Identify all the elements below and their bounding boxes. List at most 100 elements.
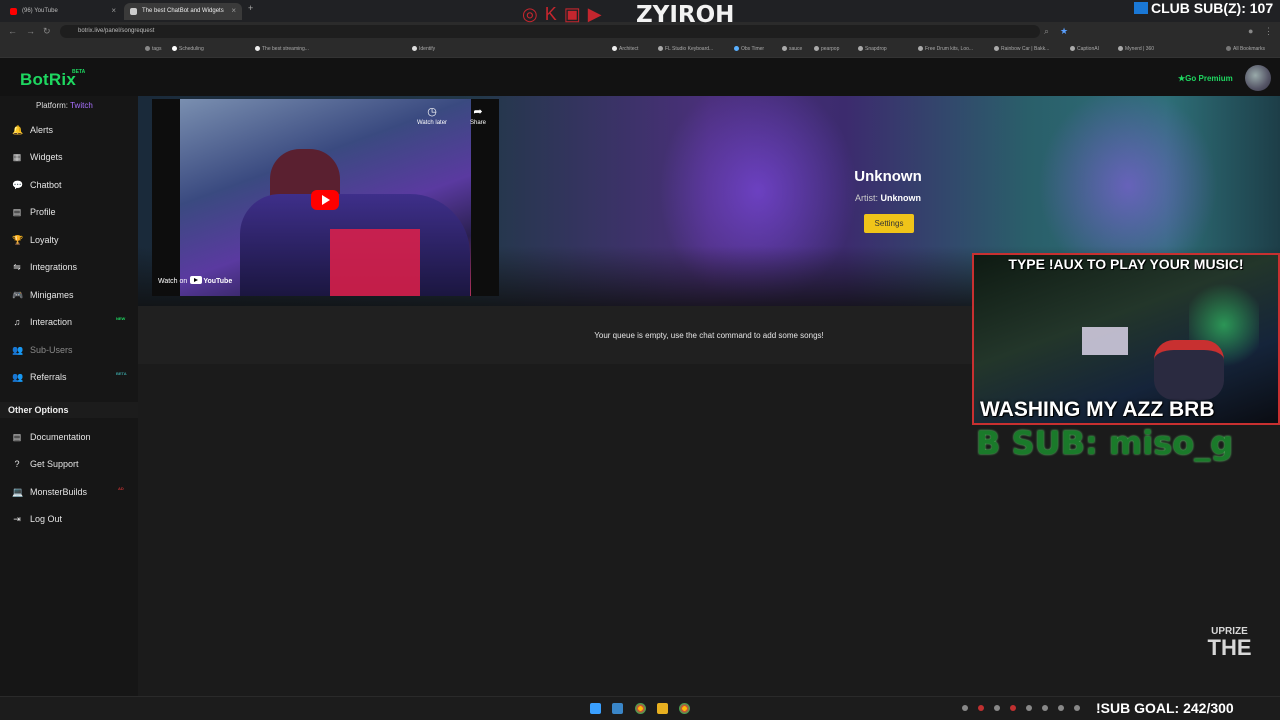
artist-label: Artist: xyxy=(854,193,878,203)
stream-overlay-title: ◎ K ▣ ▶ ZYIROH xyxy=(522,2,762,28)
bookmark-item[interactable]: FL Studio Keyboard... xyxy=(658,46,713,52)
sidebar-item-integrations[interactable]: ⇋ Integrations xyxy=(12,262,77,278)
logout-icon: ⇥ xyxy=(13,514,21,524)
beta-badge: BETA xyxy=(72,69,86,75)
sub-goal-overlay: !SUB GOAL: 242/300 xyxy=(1096,700,1234,716)
tray-icon[interactable] xyxy=(994,705,1000,711)
users-icon: 👥 xyxy=(12,372,24,382)
share-icon: ➦ xyxy=(473,106,483,118)
chrome-icon[interactable] xyxy=(679,703,690,714)
sidebar-item-minigames[interactable]: 🎮 Minigames xyxy=(12,290,74,306)
go-premium-link[interactable]: ★Go Premium xyxy=(1178,74,1233,83)
club-sub-counter: CLUB SUB(Z): 107 xyxy=(1134,0,1280,18)
profile-icon[interactable]: ● xyxy=(1248,26,1253,36)
ad-badge: AD xyxy=(118,486,124,491)
chat-icon: 💬 xyxy=(12,180,24,190)
watch-on-label: Watch on xyxy=(158,278,188,285)
logo-mid-text: THE xyxy=(1207,635,1252,660)
all-bookmarks[interactable]: All Bookmarks xyxy=(1226,46,1265,52)
bookmark-item[interactable]: Free Drum kits, Loo... xyxy=(918,46,973,52)
sidebar-item-documentation[interactable]: ▤ Documentation xyxy=(12,432,91,448)
settings-button[interactable]: Settings xyxy=(864,214,914,233)
sidebar-item-label: Integrations xyxy=(30,262,78,272)
sidebar-item-log-out[interactable]: ⇥ Log Out xyxy=(12,514,62,530)
tray-icon[interactable] xyxy=(1042,705,1048,711)
browser-tab-botrix[interactable]: The best ChatBot and Widgets × xyxy=(124,3,242,20)
bookmark-item[interactable]: CaptionAI xyxy=(1070,46,1099,52)
tray-icon[interactable] xyxy=(1026,705,1032,711)
bell-icon: 🔔 xyxy=(12,125,24,135)
sidebar-item-sub-users[interactable]: 👥 Sub-Users xyxy=(12,345,73,361)
sidebar-item-alerts[interactable]: 🔔 Alerts xyxy=(12,125,53,141)
artist-row: Artist: Unknown xyxy=(818,193,958,203)
url-text: botrix.live/panel/songrequest xyxy=(78,28,155,34)
youtube-logo-icon xyxy=(190,276,203,284)
document-icon: ▤ xyxy=(12,432,22,442)
youtube-player[interactable]: ◷ Watch later ➦ Share Watch on YouTube xyxy=(152,99,499,296)
youtube-brand: YouTube xyxy=(203,278,233,285)
bookmark-item[interactable]: Obs Timer xyxy=(734,46,764,52)
search-icon[interactable]: ⌕ xyxy=(1044,26,1049,37)
artist-value: Unknown xyxy=(880,193,922,203)
watch-on-youtube-link[interactable]: Watch on YouTube xyxy=(158,275,232,289)
bookmark-item[interactable]: Snapdrop xyxy=(858,46,887,52)
bookmark-item[interactable]: pearpop xyxy=(814,46,839,52)
tray-icon[interactable] xyxy=(1010,705,1016,711)
sidebar-item-monsterbuilds[interactable]: 💻 MonsterBuilds xyxy=(12,487,87,503)
close-icon[interactable]: × xyxy=(231,6,236,15)
bookmark-item[interactable]: sauce xyxy=(782,46,802,52)
plug-icon: ⇋ xyxy=(13,262,21,272)
avatar[interactable] xyxy=(1245,65,1271,91)
cam-top-text: TYPE !AUX TO PLAY YOUR MUSIC! xyxy=(1008,256,1244,272)
close-icon[interactable]: × xyxy=(111,6,116,15)
forward-icon[interactable]: → xyxy=(26,26,35,36)
sidebar-item-get-support[interactable]: ? Get Support xyxy=(12,459,78,475)
share-label: Share xyxy=(469,120,486,126)
sidebar-item-referrals[interactable]: 👥 Referrals xyxy=(12,372,67,388)
tray-icon[interactable] xyxy=(1074,705,1080,711)
platform-label: Platform: xyxy=(36,101,69,110)
menu-icon[interactable]: ⋮ xyxy=(1264,26,1273,37)
share-button[interactable]: ➦ Share xyxy=(462,105,494,126)
sidebar-item-loyalty[interactable]: 🏆 Loyalty xyxy=(12,235,59,251)
bookmark-item[interactable]: Rainbow Car | Bakk... xyxy=(994,46,1049,52)
browser-tab-youtube[interactable]: (96) YouTube × xyxy=(4,3,122,20)
sidebar-item-widgets[interactable]: ▦ Widgets xyxy=(12,152,63,168)
bookmark-star-icon[interactable]: ★ xyxy=(1060,26,1068,37)
bookmark-item[interactable]: The best streaming... xyxy=(255,46,309,52)
bookmark-item[interactable]: tags xyxy=(145,46,161,52)
tray-icon[interactable] xyxy=(962,705,968,711)
bookmark-item[interactable]: Architect xyxy=(612,46,638,52)
tray-icon[interactable] xyxy=(1058,705,1064,711)
webcam-overlay: TYPE !AUX TO PLAY YOUR MUSIC! WASHING MY… xyxy=(972,253,1280,425)
start-icon[interactable] xyxy=(590,703,601,714)
reload-icon[interactable]: ↻ xyxy=(43,26,51,37)
sidebar-item-profile[interactable]: ▤ Profile xyxy=(12,207,56,223)
task-view-icon[interactable] xyxy=(612,703,623,714)
back-icon[interactable]: ← xyxy=(8,26,17,36)
sidebar-item-label: MonsterBuilds xyxy=(30,487,88,497)
other-options-header: Other Options xyxy=(0,402,138,418)
sidebar-item-interaction[interactable]: ♫ Interaction xyxy=(12,317,72,333)
sidebar: Platform: Twitch 🔔 Alerts ▦ Widgets 💬 Chatb… xyxy=(0,96,138,696)
sidebar-item-label: Log Out xyxy=(30,514,63,524)
bookmarks-bar: tags Scheduling The best streaming... Id… xyxy=(0,41,1280,58)
botrix-logo[interactable]: BotRix xyxy=(20,70,76,90)
sidebar-item-label: Widgets xyxy=(30,152,63,162)
tray-icon[interactable] xyxy=(978,705,984,711)
file-explorer-icon[interactable] xyxy=(657,703,668,714)
sidebar-item-label: Minigames xyxy=(30,290,74,300)
sidebar-item-label: Sub-Users xyxy=(30,345,73,355)
sidebar-item-chatbot[interactable]: 💬 Chatbot xyxy=(12,180,62,196)
new-tab-icon[interactable]: + xyxy=(248,3,253,13)
play-button[interactable] xyxy=(311,190,339,210)
bookmark-item[interactable]: Mynerd | 360 xyxy=(1118,46,1154,52)
sub-goal-text: !SUB GOAL: 242/300 xyxy=(1096,700,1234,716)
webcam-chair xyxy=(1154,340,1224,400)
watch-later-button[interactable]: ◷ Watch later xyxy=(410,105,454,126)
bookmark-item[interactable]: Identify xyxy=(412,46,435,52)
bookmark-item[interactable]: Scheduling xyxy=(172,46,204,52)
botrix-favicon-icon xyxy=(130,8,137,15)
chrome-icon[interactable] xyxy=(635,703,646,714)
platform-value[interactable]: Twitch xyxy=(70,101,93,110)
